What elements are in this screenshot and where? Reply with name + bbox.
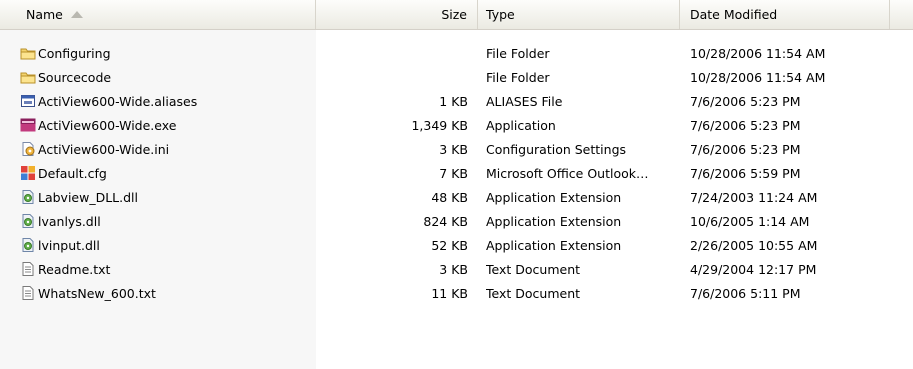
dll-file-icon [22, 238, 34, 252]
file-name: Default.cfg [38, 166, 107, 181]
name-cell: WhatsNew_600.txt [20, 282, 316, 306]
date-cell: 7/6/2006 5:11 PM [690, 286, 801, 301]
date-cell: 7/24/2003 11:24 AM [690, 190, 818, 205]
name-cell: Labview_DLL.dll [20, 186, 316, 210]
type-cell: Text Document [486, 262, 581, 277]
type-cell: File Folder [486, 46, 550, 61]
type-cell: Application [486, 118, 556, 133]
dll-file-icon [22, 214, 34, 228]
file-row[interactable]: Readme.txt 3 KB Text Document 4/29/2004 … [0, 258, 913, 282]
file-name: ActiView600-Wide.exe [38, 118, 177, 133]
date-cell: 7/6/2006 5:23 PM [690, 142, 801, 157]
folder-icon [20, 48, 36, 60]
date-cell: 10/6/2005 1:14 AM [690, 214, 810, 229]
date-cell: 7/6/2006 5:23 PM [690, 94, 801, 109]
sort-ascending-icon [70, 11, 83, 18]
dll-file-icon [22, 190, 34, 204]
column-header-type[interactable]: Type [478, 0, 680, 29]
file-name: ActiView600-Wide.aliases [38, 94, 198, 109]
date-cell: 10/28/2006 11:54 AM [690, 70, 826, 85]
type-cell: Text Document [486, 286, 581, 301]
file-name: lvanlys.dll [38, 214, 101, 229]
name-cell: ActiView600-Wide.ini [20, 138, 316, 162]
file-name: Readme.txt [38, 262, 111, 277]
column-header-size[interactable]: Size [316, 0, 478, 29]
file-name: ActiView600-Wide.ini [38, 142, 170, 157]
type-cell: Application Extension [486, 190, 622, 205]
column-header-filler [890, 0, 913, 29]
column-header-type-label: Type [486, 7, 515, 22]
file-row[interactable]: Labview_DLL.dll 48 KB Application Extens… [0, 186, 913, 210]
file-row[interactable]: Configuring File Folder 10/28/2006 11:54… [0, 42, 913, 66]
file-row[interactable]: ActiView600-Wide.ini 3 KB Configuration … [0, 138, 913, 162]
column-header-name[interactable]: Name [0, 0, 316, 29]
size-cell: 3 KB [439, 262, 468, 277]
text-file-icon [22, 262, 34, 276]
date-cell: 10/28/2006 11:54 AM [690, 46, 826, 61]
size-cell: 11 KB [431, 286, 468, 301]
file-name: lvinput.dll [38, 238, 100, 253]
file-name: Configuring [38, 46, 111, 61]
file-row[interactable]: lvanlys.dll 824 KB Application Extension… [0, 210, 913, 234]
type-cell: Configuration Settings [486, 142, 627, 157]
column-header-date[interactable]: Date Modified [680, 0, 890, 29]
type-cell: ALIASES File [486, 94, 563, 109]
date-cell: 4/29/2004 12:17 PM [690, 262, 817, 277]
type-cell: Microsoft Office Outlook… [486, 166, 649, 181]
date-cell: 7/6/2006 5:23 PM [690, 118, 801, 133]
size-cell: 3 KB [439, 142, 468, 157]
size-cell: 1,349 KB [411, 118, 468, 133]
name-cell: ActiView600-Wide.aliases [20, 90, 316, 114]
file-name: Sourcecode [38, 70, 112, 85]
aliases-file-icon [21, 95, 35, 107]
column-header-date-label: Date Modified [690, 7, 778, 22]
date-cell: 7/6/2006 5:59 PM [690, 166, 801, 181]
file-name: Labview_DLL.dll [38, 190, 138, 205]
text-file-icon [22, 286, 34, 300]
size-cell [316, 66, 468, 90]
date-cell: 2/26/2005 10:55 AM [690, 238, 818, 253]
size-cell: 52 KB [431, 238, 468, 253]
size-cell: 48 KB [431, 190, 468, 205]
file-row[interactable]: ActiView600-Wide.exe 1,349 KB Applicatio… [0, 114, 913, 138]
file-row[interactable]: Default.cfg 7 KB Microsoft Office Outloo… [0, 162, 913, 186]
name-cell: lvanlys.dll [20, 210, 316, 234]
type-cell: File Folder [486, 70, 550, 85]
folder-icon [20, 72, 36, 84]
size-cell: 7 KB [439, 166, 468, 181]
file-row[interactable]: lvinput.dll 52 KB Application Extension … [0, 234, 913, 258]
file-row[interactable]: WhatsNew_600.txt 11 KB Text Document 7/6… [0, 282, 913, 306]
name-cell: Sourcecode [20, 66, 316, 90]
size-cell: 824 KB [423, 214, 468, 229]
name-cell: Readme.txt [20, 258, 316, 282]
file-row[interactable]: Sourcecode File Folder 10/28/2006 11:54 … [0, 66, 913, 90]
size-cell: 1 KB [439, 94, 468, 109]
name-cell: ActiView600-Wide.exe [20, 114, 316, 138]
column-header-name-label: Name [26, 7, 63, 22]
name-cell: Configuring [20, 42, 316, 66]
name-cell: Default.cfg [20, 162, 316, 186]
size-cell [316, 42, 468, 66]
outlook-file-icon [21, 166, 35, 180]
file-name: WhatsNew_600.txt [38, 286, 156, 301]
column-header-bar: Name Size Type Date Modified [0, 0, 913, 30]
settings-file-icon [22, 142, 35, 156]
type-cell: Application Extension [486, 238, 622, 253]
type-cell: Application Extension [486, 214, 622, 229]
file-row[interactable]: ActiView600-Wide.aliases 1 KB ALIASES Fi… [0, 90, 913, 114]
column-header-size-label: Size [441, 7, 467, 22]
name-cell: lvinput.dll [20, 234, 316, 258]
application-icon [20, 118, 36, 132]
